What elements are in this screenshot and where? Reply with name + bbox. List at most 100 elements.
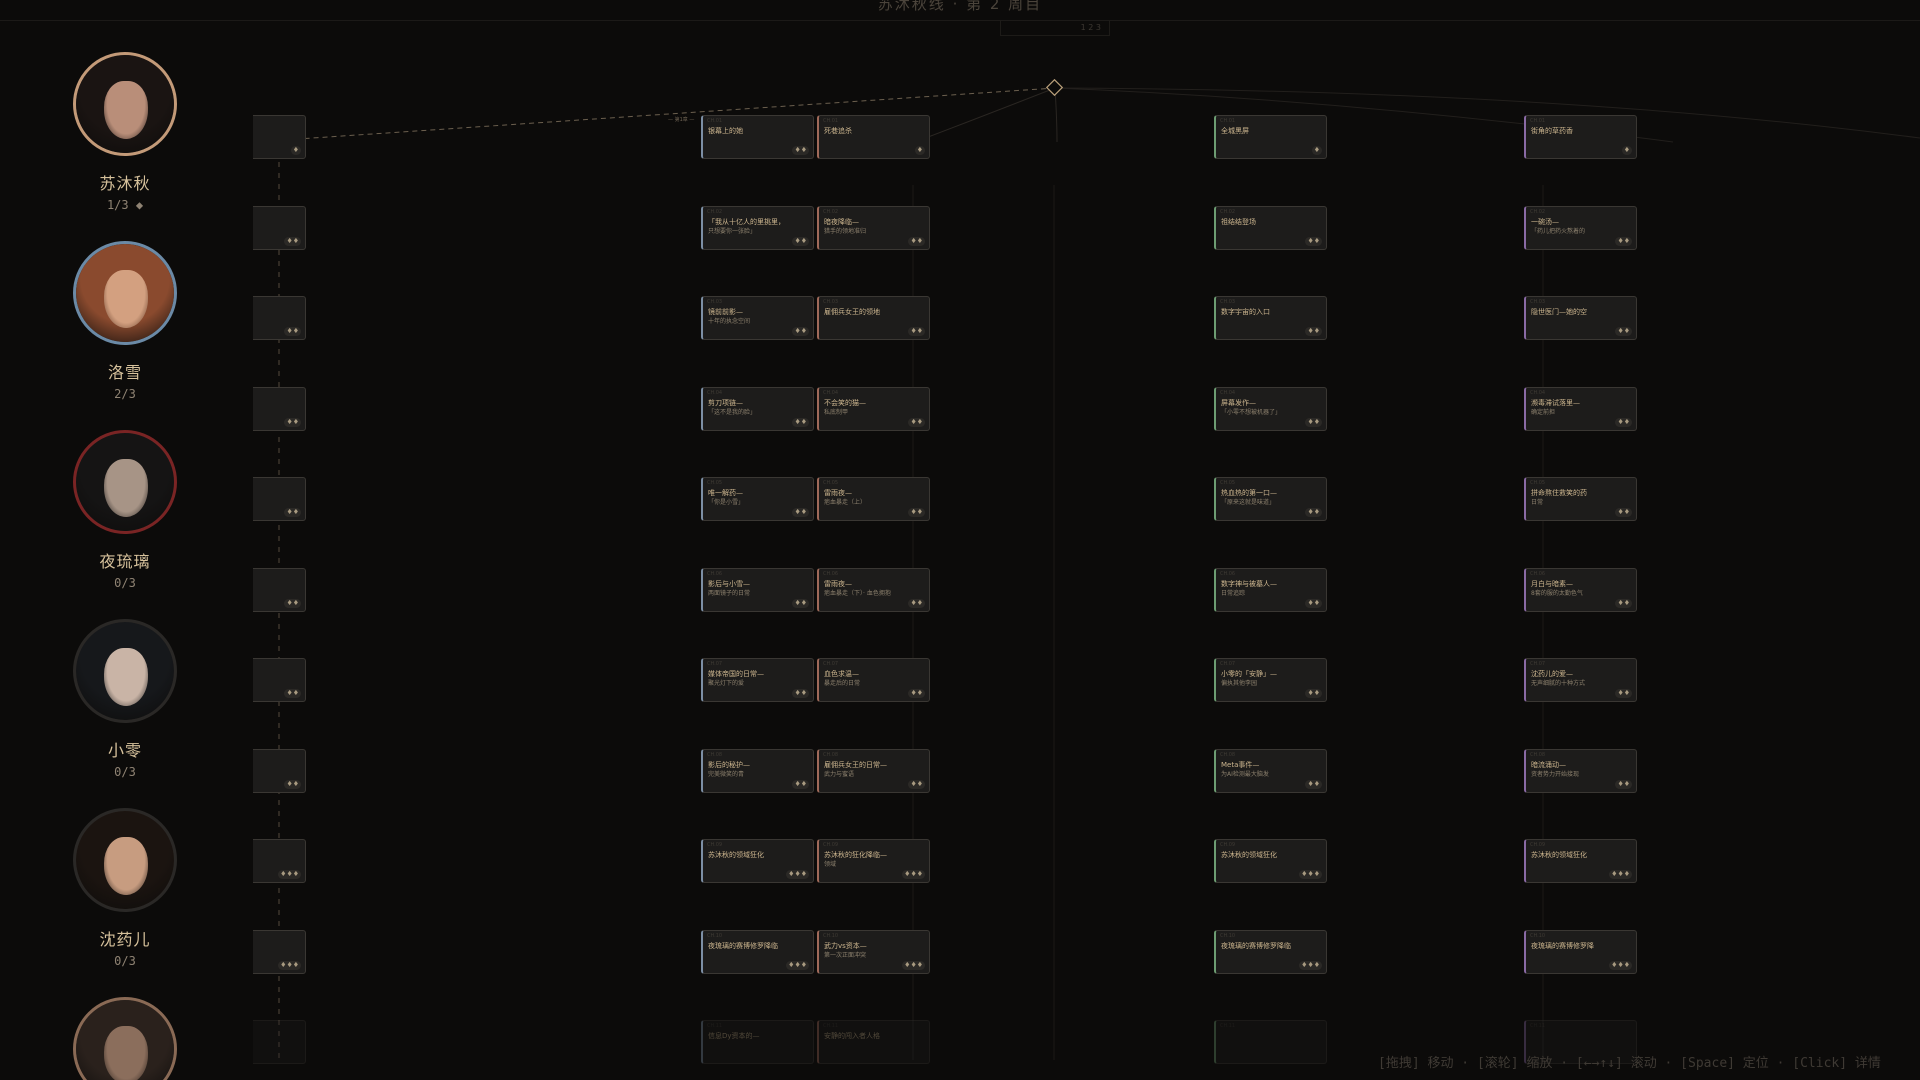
heroine-badge: ♦♦: [908, 689, 925, 698]
chapter-node[interactable]: CH.04 濒毒滞试落里— 确定前担 ♦♦: [1524, 386, 1637, 431]
heroine-badge: ♦♦: [1615, 417, 1632, 427]
chapter-title: 雇佣兵女王的领地: [824, 308, 880, 316]
heroine-badge: ♦♦: [1615, 508, 1632, 517]
chapter-node[interactable]: [253, 1020, 306, 1064]
chapter-node[interactable]: CH.01 死巷追杀 ♦: [817, 115, 930, 159]
chapter-title: 全城黑屏: [1221, 127, 1249, 135]
chapter-node[interactable]: CH.01 街角的草药香 ♦: [1524, 115, 1637, 159]
chapter-node[interactable]: （下）— ♦♦: [253, 386, 306, 431]
chapter-node[interactable]: CH.07 小零的「安静」— 偏执其他李园 ♦♦: [1214, 658, 1327, 702]
chapter-node[interactable]: CH.04 剪刀项链— 「这不是我的脸」 ♦♦: [701, 386, 814, 431]
chapter-node[interactable]: CH.02 祖结结登场 ♦♦: [1214, 205, 1327, 250]
character-avatar[interactable]: [73, 808, 177, 912]
chapter-code: CH.01: [1220, 118, 1236, 124]
chapter-node[interactable]: CH.05 拼命熬住救笑的药 日常 ♦♦: [1524, 477, 1637, 521]
heroine-badge: ♦: [1621, 146, 1632, 155]
chapter-node[interactable]: CH.07 媒体帝国的日常— 聚光灯下的爱 ♦♦: [701, 658, 814, 702]
chapter-node[interactable]: CH.05 唯一解药— 「你是小雪」 ♦♦: [701, 477, 814, 521]
chapter-code: CH.03: [823, 299, 839, 305]
chapter-node[interactable]: CH.10 夜琉璃的赛博修罗降 ♦♦♦: [1524, 929, 1637, 974]
chapter-node[interactable]: CH.11 安静的闯入者人格: [817, 1020, 930, 1064]
chapter-subtitle: 资者势力开始接现: [1531, 770, 1580, 778]
character-entry[interactable]: 沈药儿 0/3: [0, 808, 250, 988]
chapter-node[interactable]: （上） ♦♦: [253, 296, 306, 340]
chapter-node[interactable]: CH.04 不会笑的猫— 私底制甲 ♦♦: [817, 386, 930, 431]
chapter-title: （下）—: [253, 579, 301, 589]
chapter-node[interactable]: CH.06 影后与小雪— 两面镜子的日常 ♦♦: [701, 567, 814, 612]
chapter-node[interactable]: CH.08 影后的秘护— 完美微笑的青 ♦♦: [701, 748, 814, 793]
heroine-badge: ♦♦: [284, 236, 301, 246]
heroine-badge: ♦♦: [1305, 779, 1322, 789]
heroine-badge: ♦♦: [1615, 689, 1632, 698]
chapter-subtitle: 8套的服的太勤色气: [1531, 589, 1583, 597]
chapter-node[interactable]: CH.01 全城黑屏 ♦: [1214, 115, 1327, 159]
chapter-node[interactable]: CH.05 热血热的第一口— 「原来这就是味道」 ♦♦: [1214, 477, 1327, 521]
chapter-node[interactable]: CH.05 雷雨夜— 疤血暴走（上） ♦♦: [817, 477, 930, 521]
character-entry[interactable]: 洛雪 2/3: [0, 241, 250, 421]
heroine-badge: ♦♦: [1305, 689, 1322, 698]
chapter-node[interactable]: CH.10 夜琉璃的赛博修罗降临 ♦♦♦: [1214, 929, 1327, 974]
chapter-subtitle: 确定前担: [1531, 408, 1556, 416]
chapter-node[interactable]: CH.08 雇佣兵女王的日常— 武力与蜜语 ♦♦: [817, 748, 930, 793]
character-avatar[interactable]: [73, 997, 177, 1080]
chapter-node[interactable]: CH.09 苏沐秋的领域狂化 ♦♦♦: [1524, 839, 1637, 883]
character-entry[interactable]: 苏沐秋 1/3 ◆: [0, 52, 250, 232]
character-entry[interactable]: 夜琉璃 0/3: [0, 430, 250, 610]
chapter-node[interactable]: CH.08 暗流涌动— 资者势力开始接现 ♦♦: [1524, 748, 1637, 793]
character-avatar[interactable]: [73, 241, 177, 345]
heroine-badge: ♦♦: [1305, 508, 1322, 517]
chapter-subtitle: 为AI检测最大脑发: [1221, 770, 1269, 778]
chapter-node[interactable]: CH.07 血色求温— 暴走后的日常 ♦♦: [817, 658, 930, 702]
chapter-node[interactable]: CH.08 Meta事件— 为AI检测最大脑发 ♦♦: [1214, 748, 1327, 793]
chapter-node[interactable]: CH.03 雇佣兵女王的领地 ♦♦: [817, 296, 930, 340]
chapter-node[interactable]: CH.10 夜琉璃的赛博修罗降临 ♦♦♦: [701, 929, 814, 974]
character-entry[interactable]: [0, 997, 250, 1080]
chapter-node[interactable]: ♦♦: [253, 748, 306, 793]
character-avatar[interactable]: [73, 52, 177, 156]
chapter-node[interactable]: CH.02 暗夜降临— 猎手的领地准归 ♦♦: [817, 205, 930, 250]
chapter-node[interactable]: CH.02 「我从十亿人的里挑里， 只想要你一张脸」 ♦♦: [701, 205, 814, 250]
chapter-node[interactable]: CH.03 数字宇宙的入口 ♦♦: [1214, 296, 1327, 340]
chapter-node[interactable]: CH.09 苏沐秋的领域狂化 ♦♦♦: [1214, 839, 1327, 883]
chapter-node[interactable]: CH.11 信息Dy资本的—: [701, 1020, 814, 1064]
chapter-node[interactable]: CH.11: [1214, 1020, 1327, 1064]
chapter-node[interactable]: CH.06 数字神与被墓人— 日常追踪 ♦♦: [1214, 567, 1327, 612]
chapter-node[interactable]: CH.03 隐世医门—她的空 ♦♦: [1524, 296, 1637, 340]
chapter-code: CH.04: [823, 389, 839, 396]
character-avatar[interactable]: [73, 619, 177, 723]
chapter-node[interactable]: CH.07 沈药儿的爱— 无声细腻的十种方式 ♦♦: [1524, 658, 1637, 702]
chapter-node[interactable]: CH.03 镜前前影— 十年的执念空间 ♦♦: [701, 296, 814, 340]
story-graph-canvas[interactable]: — 第1章 — 的单膝跪（上♦的单膝跪（下♦♦（上）♦♦（下）—♦♦（上）♦♦（…: [253, 20, 1920, 1080]
chapter-node[interactable]: CH.02 一碗汤— 「药儿把药火熬着的 ♦♦: [1524, 205, 1637, 250]
chapter-node[interactable]: （下）— ♦♦: [253, 567, 306, 612]
chapter-node[interactable]: 的单膝跪（下 ♦♦: [253, 205, 306, 250]
chapter-node[interactable]: CH.01 银幕上的她 ♦♦: [701, 115, 814, 159]
heroine-badge: ♦: [1311, 146, 1322, 155]
chapter-node[interactable]: CH.06 雷雨夜— 疤血暴走（下）· 血色拥抱 ♦♦: [817, 567, 930, 612]
chapter-node[interactable]: CH.06 月白与暗素— 8套的服的太勤色气 ♦♦: [1524, 567, 1637, 612]
chapter-subtitle: 偏执其他李园: [1221, 680, 1258, 687]
heroine-badge: ♦♦: [284, 508, 301, 517]
chapter-code: CH.08: [1220, 751, 1236, 758]
chapter-node[interactable]: （上） ♦♦: [253, 477, 306, 521]
chapter-node[interactable]: CH.04 屏幕发作— 「小零不想被机器了」 ♦♦: [1214, 386, 1327, 431]
chapter-node[interactable]: CH.09 苏沐秋的领域狂化 ♦♦♦: [701, 839, 814, 883]
chapter-code: CH.10: [823, 932, 839, 939]
chapter-title: 夜琉璃的赛博修罗降临: [708, 941, 778, 950]
chapter-node[interactable]: 的日常 ♦♦: [253, 658, 306, 702]
chapter-code: CH.03: [1220, 299, 1236, 305]
chapter-node[interactable]: 暴力介入（上 ♦♦♦: [253, 839, 306, 883]
chapter-node[interactable]: 暴力介入（下 ♦♦♦: [253, 929, 306, 974]
character-progress: 2/3: [114, 387, 136, 401]
chapter-node[interactable]: 的单膝跪（上 ♦: [253, 115, 306, 159]
chapter-code: CH.07: [1220, 661, 1236, 667]
character-avatar[interactable]: [73, 430, 177, 534]
root-diamond-node[interactable]: [1045, 78, 1064, 97]
character-entry[interactable]: 小零 0/3: [0, 619, 250, 799]
chapter-subtitle: 两面镜子的日常: [708, 589, 751, 597]
chapter-node[interactable]: CH.09 苏沐秋的狂化降临— 领域 ♦♦♦: [817, 839, 930, 883]
chapter-code: CH.04: [1220, 389, 1236, 396]
heroine-badge: ♦♦: [792, 236, 809, 246]
chapter-subtitle: 「小零不想被机器了」: [1221, 408, 1282, 416]
chapter-node[interactable]: CH.10 武力vs资本— 第一次正面冲突 ♦♦♦: [817, 929, 930, 974]
